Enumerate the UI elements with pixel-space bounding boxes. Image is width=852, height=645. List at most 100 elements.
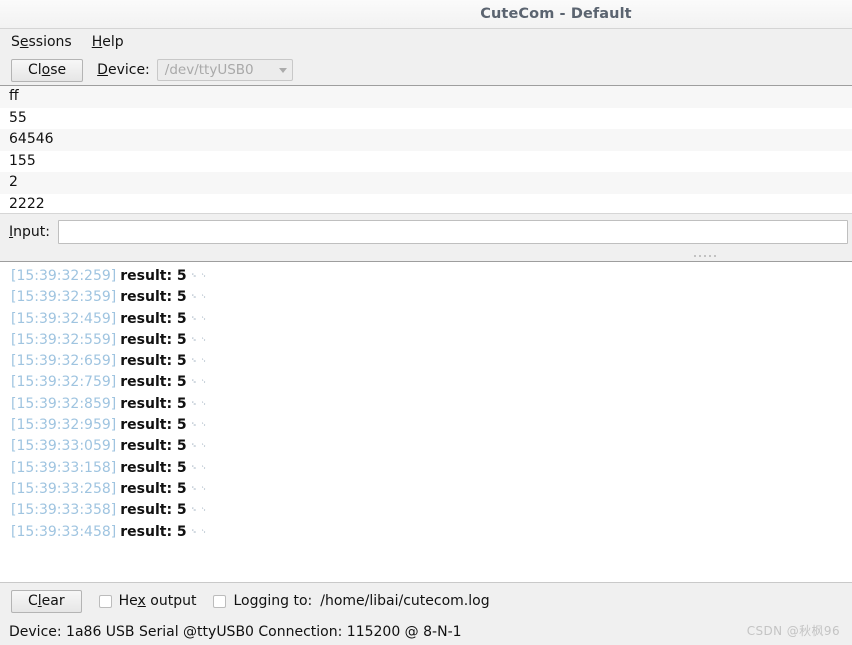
control-char-cr-icon: ␍ [190, 483, 197, 493]
clear-button-label: Clear [28, 592, 65, 609]
log-timestamp: [15:39:33:258] [11, 480, 117, 497]
logging-checkbox-label: Logging to: [233, 593, 313, 609]
log-message: result: 5 [120, 289, 187, 306]
log-line: [15:39:32:959] result: 5 ␍ ␊ [0, 415, 852, 436]
control-char-lf-icon: ␊ [200, 526, 207, 536]
log-line: [15:39:32:459] result: 5 ␍ ␊ [0, 309, 852, 330]
hex-output-checkbox-box [98, 594, 112, 608]
log-message: result: 5 [120, 331, 187, 348]
command-history-list[interactable]: ff 55 64546 155 2 2222 [0, 85, 852, 214]
log-line: [15:39:32:659] result: 5 ␍ ␊ [0, 351, 852, 372]
list-item[interactable]: 55 [0, 108, 852, 130]
log-line: [15:39:33:158] result: 5 ␍ ␊ [0, 458, 852, 479]
status-bar: Device: 1a86 USB Serial @ttyUSB0 Connect… [0, 619, 852, 645]
log-message: result: 5 [120, 374, 187, 391]
control-char-cr-icon: ␍ [190, 334, 197, 344]
log-message: result: 5 [120, 310, 187, 327]
control-char-lf-icon: ␊ [200, 441, 207, 451]
log-message: result: 5 [120, 502, 187, 519]
hex-output-checkbox[interactable]: Hex output [98, 593, 197, 609]
menu-item-sessions[interactable]: Sessions [9, 32, 80, 52]
list-item[interactable]: 2222 [0, 194, 852, 214]
control-char-lf-icon: ␊ [200, 271, 207, 280]
list-item[interactable]: ff [0, 86, 852, 108]
input-row: Input: [0, 214, 852, 250]
control-char-lf-icon: ␊ [200, 292, 207, 302]
log-line: [15:39:32:259] result: 5 ␍ ␊ [0, 266, 852, 287]
splitter-handle[interactable] [0, 250, 852, 261]
log-line: [15:39:33:258] result: 5 ␍ ␊ [0, 479, 852, 500]
control-char-lf-icon: ␊ [200, 334, 207, 344]
log-message: result: 5 [120, 268, 187, 284]
control-char-cr-icon: ␍ [190, 526, 197, 536]
control-char-lf-icon: ␊ [200, 377, 207, 387]
control-char-cr-icon: ␍ [190, 271, 197, 280]
menu-bar: Sessions Help [0, 29, 852, 55]
control-char-lf-icon: ␊ [200, 420, 207, 430]
control-char-cr-icon: ␍ [190, 462, 197, 472]
control-char-cr-icon: ␍ [190, 398, 197, 408]
cutecom-window: CuteCom - Default Sessions Help Close De… [0, 0, 852, 645]
log-timestamp: [15:39:33:059] [11, 438, 117, 455]
list-item[interactable]: 64546 [0, 129, 852, 151]
device-combobox-value: /dev/ttyUSB0 [164, 62, 254, 78]
menu-item-help-label: Help [91, 34, 124, 50]
control-char-cr-icon: ␍ [190, 313, 197, 323]
log-line: [15:39:33:458] result: 5 ␍ ␊ [0, 522, 852, 543]
connection-toolbar: Close Device: /dev/ttyUSB0 [0, 55, 852, 85]
log-timestamp: [15:39:33:158] [11, 459, 117, 476]
window-title: CuteCom - Default [480, 6, 632, 22]
log-timestamp: [15:39:32:759] [11, 374, 117, 391]
hex-output-checkbox-label: Hex output [118, 593, 197, 609]
status-bar-text: Device: 1a86 USB Serial @ttyUSB0 Connect… [9, 624, 462, 640]
log-message: result: 5 [120, 417, 187, 434]
serial-output-log[interactable]: [15:39:32:259] result: 5 ␍ ␊ [15:39:32:359]… [0, 261, 852, 583]
log-line: [15:39:32:559] result: 5 ␍ ␊ [0, 330, 852, 351]
control-char-cr-icon: ␍ [190, 420, 197, 430]
chevron-down-icon [278, 67, 287, 73]
close-connection-button[interactable]: Close [11, 58, 84, 82]
input-label: Input: [9, 224, 50, 240]
bottom-toolbar: Clear Hex output Logging to: /home/libai… [0, 583, 852, 619]
device-combobox[interactable]: /dev/ttyUSB0 [156, 59, 293, 81]
log-line: [15:39:33:358] result: 5 ␍ ␊ [0, 500, 852, 521]
logging-checkbox[interactable]: Logging to: [213, 593, 312, 609]
log-line: [15:39:32:759] result: 5 ␍ ␊ [0, 372, 852, 393]
control-char-cr-icon: ␍ [190, 505, 197, 515]
log-timestamp: [15:39:32:359] [11, 289, 117, 306]
device-label: Device: [97, 62, 150, 78]
log-timestamp: [15:39:33:458] [11, 523, 117, 540]
log-timestamp: [15:39:32:659] [11, 353, 117, 370]
log-file-path[interactable]: /home/libai/cutecom.log [320, 593, 489, 609]
log-message: result: 5 [120, 438, 187, 455]
control-char-lf-icon: ␊ [200, 398, 207, 408]
control-char-lf-icon: ␊ [200, 483, 207, 493]
log-timestamp: [15:39:32:259] [11, 268, 117, 284]
clear-button[interactable]: Clear [11, 589, 82, 613]
control-char-lf-icon: ␊ [200, 356, 207, 366]
log-message: result: 5 [120, 523, 187, 540]
log-message: result: 5 [120, 480, 187, 497]
log-timestamp: [15:39:32:559] [11, 331, 117, 348]
csdn-watermark: CSDN @秋枫96 [746, 624, 840, 638]
control-char-lf-icon: ␊ [200, 313, 207, 323]
list-item[interactable]: 155 [0, 151, 852, 173]
input-field[interactable] [57, 220, 848, 244]
log-line: [15:39:32:859] result: 5 ␍ ␊ [0, 394, 852, 415]
control-char-lf-icon: ␊ [200, 462, 207, 472]
menu-item-help[interactable]: Help [90, 32, 132, 52]
list-item[interactable]: 2 [0, 172, 852, 194]
close-connection-button-label: Close [28, 61, 67, 78]
log-line: [15:39:33:059] result: 5 ␍ ␊ [0, 436, 852, 457]
control-char-cr-icon: ␍ [190, 441, 197, 451]
log-timestamp: [15:39:33:358] [11, 502, 117, 519]
log-message: result: 5 [120, 353, 187, 370]
log-message: result: 5 [120, 395, 187, 412]
menu-item-sessions-label: Sessions [11, 34, 72, 50]
control-char-cr-icon: ␍ [190, 292, 197, 302]
window-titlebar: CuteCom - Default [0, 0, 852, 29]
log-line: [15:39:32:359] result: 5 ␍ ␊ [0, 287, 852, 308]
control-char-lf-icon: ␊ [200, 505, 207, 515]
log-message: result: 5 [120, 459, 187, 476]
logging-checkbox-box [213, 594, 227, 608]
